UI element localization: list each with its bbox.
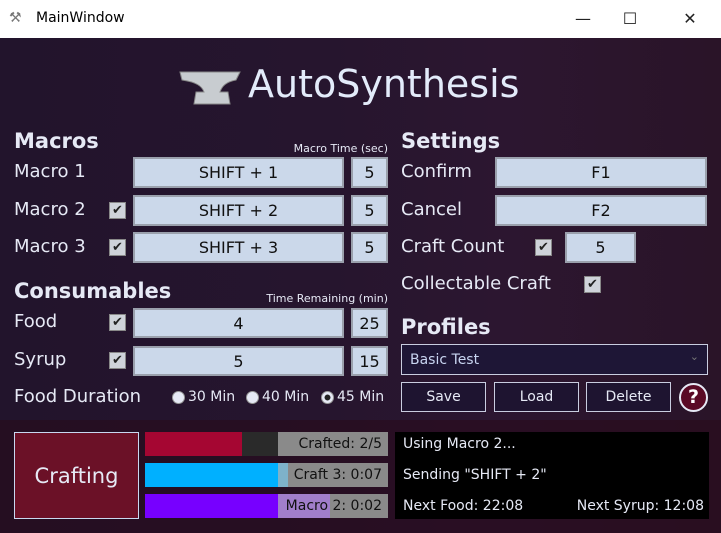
close-button[interactable]: ✕ [667,0,713,38]
food-duration-label: Food Duration [14,386,142,407]
food-time-input[interactable]: 25 [351,308,388,338]
save-button[interactable]: Save [401,382,486,412]
food-label: Food [14,311,58,332]
next-syrup-text: Next Syrup: 12:08 [576,498,704,514]
status-log: Using Macro 2... Sending "SHIFT + 2" Nex… [395,432,709,519]
crafting-button[interactable]: Crafting [14,432,139,519]
craft-timer-label: Craft 3: 0:07 [278,463,388,487]
crafted-progress-fill [145,432,243,456]
confirm-label: Confirm [401,161,472,182]
cancel-key-input[interactable]: F2 [495,195,707,226]
macro-1-label: Macro 1 [14,161,86,182]
load-button[interactable]: Load [494,382,579,412]
title-bar: ⚒ MainWindow — ☐ ✕ [0,0,721,38]
confirm-key-input[interactable]: F1 [495,157,707,188]
collectable-craft-checkbox[interactable]: ✔ [584,276,601,293]
app-anvil-icon: ⚒ [9,10,22,26]
radio-40-min-label: 40 Min [262,389,310,405]
radio-40-min[interactable] [246,391,259,404]
time-remaining-header: Time Remaining (min) [266,292,388,305]
macro-2-label: Macro 2 [14,199,86,220]
macro-3-checkbox[interactable]: ✔ [109,239,126,256]
macro-timer-bar: Macro 2: 0:02 [145,494,388,518]
main-window: AutoSynthesis Macros Macro Time (sec) Ma… [0,38,721,533]
profile-dropdown[interactable]: Basic Test ⌄ [401,344,708,375]
cancel-label: Cancel [401,199,462,220]
delete-button[interactable]: Delete [586,382,671,412]
macro-2-key-input[interactable]: SHIFT + 2 [133,195,344,226]
consumables-heading: Consumables [14,279,172,303]
collectable-craft-label: Collectable Craft [401,273,551,294]
macro-2-time-input[interactable]: 5 [351,195,388,226]
macro-3-time-input[interactable]: 5 [351,232,388,263]
status-line-1: Using Macro 2... [403,436,516,452]
radio-30-min[interactable] [172,391,185,404]
syrup-label: Syrup [14,349,67,370]
minimize-button[interactable]: — [560,0,606,38]
macros-heading: Macros [14,129,99,153]
radio-45-min-label: 45 Min [337,389,385,405]
radio-45-min[interactable] [321,391,334,404]
syrup-time-input[interactable]: 15 [351,346,388,376]
craft-count-label: Craft Count [401,236,505,257]
craft-timer-bar: Craft 3: 0:07 [145,463,388,487]
window-title: MainWindow [36,10,125,26]
anvil-icon [179,71,241,105]
craft-timer-fill [145,463,289,487]
macro-1-key-input[interactable]: SHIFT + 1 [133,157,344,188]
settings-heading: Settings [401,129,501,153]
status-line-2: Sending "SHIFT + 2" [403,467,547,483]
crafted-progress-label: Crafted: 2/5 [278,432,388,456]
crafted-progress-bar: Crafted: 2/5 [145,432,388,456]
macro-time-header: Macro Time (sec) [293,142,388,155]
macro-3-key-input[interactable]: SHIFT + 3 [133,232,344,263]
maximize-button[interactable]: ☐ [607,0,653,38]
craft-count-input[interactable]: 5 [565,232,636,263]
profiles-heading: Profiles [401,315,491,339]
app-title: AutoSynthesis [248,62,520,106]
next-food-text: Next Food: 22:08 [403,498,524,514]
profile-selected: Basic Test [410,352,480,368]
help-button[interactable]: ? [679,383,708,412]
radio-30-min-label: 30 Min [188,389,236,405]
macro-2-checkbox[interactable]: ✔ [109,202,126,219]
syrup-key-input[interactable]: 5 [133,346,344,376]
syrup-checkbox[interactable]: ✔ [109,352,126,369]
chevron-down-icon: ⌄ [689,350,699,363]
macro-3-label: Macro 3 [14,236,86,257]
macro-timer-label: Macro 2: 0:02 [278,494,388,518]
macro-1-time-input[interactable]: 5 [351,157,388,188]
food-checkbox[interactable]: ✔ [109,314,126,331]
craft-count-checkbox[interactable]: ✔ [535,239,552,256]
food-key-input[interactable]: 4 [133,308,344,338]
